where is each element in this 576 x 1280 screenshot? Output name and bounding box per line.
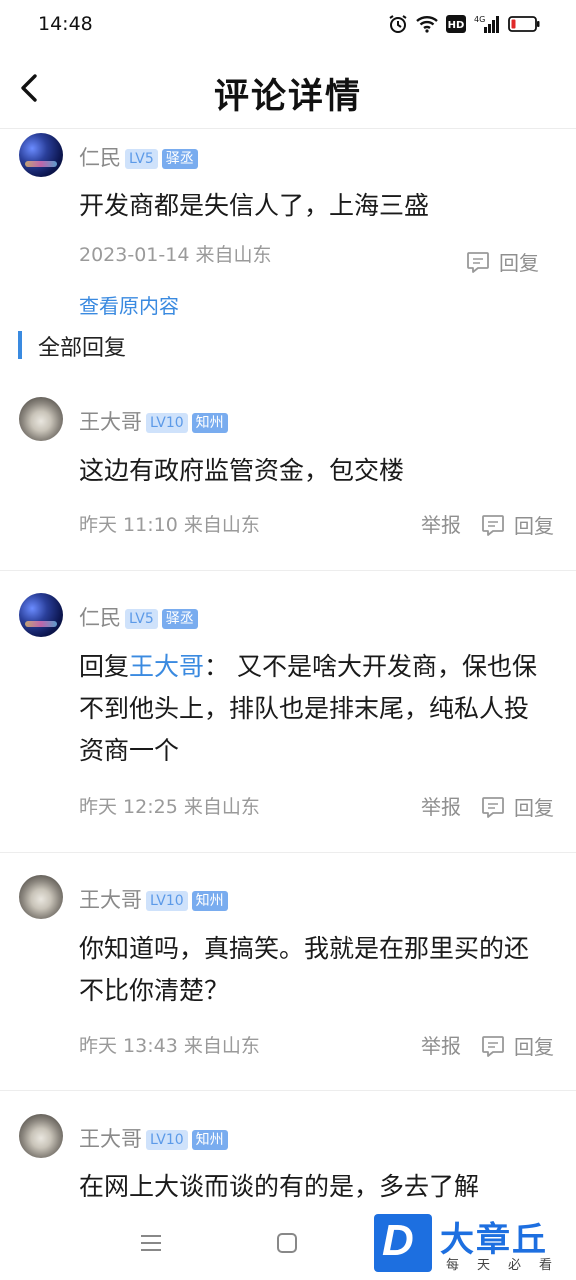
level-badge: LV5 xyxy=(125,609,158,629)
reply-label: 回复 xyxy=(514,1035,554,1059)
page-title: 评论详情 xyxy=(213,77,362,117)
reply-button[interactable]: 回复 xyxy=(480,510,554,539)
home-nav-button[interactable] xyxy=(276,1232,298,1254)
status-time: 14:48 xyxy=(38,13,93,35)
comment-icon xyxy=(482,514,504,536)
battery-icon xyxy=(508,15,540,33)
comment-author[interactable]: 王大哥 LV10 知州 xyxy=(79,884,228,914)
comment-author[interactable]: 王大哥 LV10 知州 xyxy=(79,406,228,436)
report-button[interactable]: 举报 xyxy=(421,791,461,820)
watermark-logo-badge: D xyxy=(374,1214,432,1272)
status-icons: HD 4G xyxy=(388,14,540,34)
comment-text: 这边有政府监管资金，包交楼 xyxy=(79,456,405,485)
level-badge: LV10 xyxy=(146,413,188,433)
home-square-icon xyxy=(277,1233,297,1253)
comment-text: 在网上大谈而谈的有的是，多去了解 xyxy=(79,1172,480,1201)
watermark-subtitle: 每天必看 xyxy=(446,1258,571,1273)
reply-label: 回复 xyxy=(514,796,554,820)
comment-meta: 昨天 12:25 来自山东 xyxy=(79,796,260,818)
comment-icon xyxy=(482,1035,504,1057)
location-badge: 驿丞 xyxy=(161,149,198,169)
comment-icon xyxy=(482,796,504,818)
location-badge: 知州 xyxy=(191,891,228,911)
comment-meta: 昨天 11:10 来自山东 xyxy=(79,514,260,536)
level-badge: LV10 xyxy=(146,891,188,911)
location-badge: 知州 xyxy=(191,1130,228,1150)
view-original-link[interactable]: 查看原内容 xyxy=(79,290,179,319)
avatar[interactable] xyxy=(19,397,63,441)
comment-meta: 昨天 13:43 来自山东 xyxy=(79,1035,260,1057)
comment-author[interactable]: 仁民 LV5 驿丞 xyxy=(79,602,198,632)
username[interactable]: 仁民 xyxy=(79,146,121,170)
location-badge: 知州 xyxy=(191,413,228,433)
comment-text: 开发商都是失信人了，上海三盛 xyxy=(79,191,430,220)
comment-meta: 2023-01-14 来自山东 xyxy=(79,244,272,266)
section-accent-bar xyxy=(18,331,22,359)
divider xyxy=(0,1090,576,1091)
comment-icon xyxy=(467,251,489,273)
mention-link[interactable]: 王大哥 xyxy=(129,652,204,681)
reply-button[interactable]: 回复 xyxy=(465,247,539,276)
username[interactable]: 王大哥 xyxy=(79,888,142,912)
signal-icon: 4G xyxy=(474,14,500,34)
divider xyxy=(0,852,576,853)
header: 评论详情 xyxy=(0,50,576,129)
divider xyxy=(0,570,576,571)
username[interactable]: 王大哥 xyxy=(79,1127,142,1151)
watermark-letter: D xyxy=(382,1216,414,1265)
avatar[interactable] xyxy=(19,593,63,637)
hd-icon: HD xyxy=(446,15,466,33)
username[interactable]: 仁民 xyxy=(79,606,121,630)
menu-nav-button[interactable] xyxy=(138,1230,164,1256)
report-button[interactable]: 举报 xyxy=(421,1030,461,1059)
level-badge: LV5 xyxy=(125,149,158,169)
reply-prefix: 回复 xyxy=(79,652,130,681)
avatar[interactable] xyxy=(19,133,63,177)
alarm-icon xyxy=(388,14,408,34)
avatar[interactable] xyxy=(19,875,63,919)
comment-text: 你知道吗，真搞笑。我就是在那里买的还不比你清楚？ xyxy=(79,934,530,1005)
wifi-icon xyxy=(416,15,438,33)
section-title: 全部回复 xyxy=(38,336,127,361)
status-bar: 14:48 HD 4G xyxy=(0,0,576,50)
avatar[interactable] xyxy=(19,1114,63,1158)
report-button[interactable]: 举报 xyxy=(421,509,461,538)
reply-label: 回复 xyxy=(514,514,554,538)
menu-icon xyxy=(141,1235,161,1251)
level-badge: LV10 xyxy=(146,1130,188,1150)
comment-author[interactable]: 仁民 LV5 驿丞 xyxy=(79,142,198,172)
location-badge: 驿丞 xyxy=(161,609,198,629)
username[interactable]: 王大哥 xyxy=(79,410,142,434)
reply-button[interactable]: 回复 xyxy=(480,792,554,821)
svg-text:HD: HD xyxy=(448,20,465,31)
comment-text: 回复王大哥： 又不是啥大开发商，保也保不到他头上，排队也是排末尾，纯私人投资商一… xyxy=(79,646,539,772)
reply-button[interactable]: 回复 xyxy=(480,1031,554,1060)
watermark-logo: D 大章丘 每天必看 xyxy=(374,1214,570,1276)
comment-author[interactable]: 王大哥 LV10 知州 xyxy=(79,1123,228,1153)
reply-label: 回复 xyxy=(499,251,539,275)
network-type-label: 4G xyxy=(474,15,485,24)
